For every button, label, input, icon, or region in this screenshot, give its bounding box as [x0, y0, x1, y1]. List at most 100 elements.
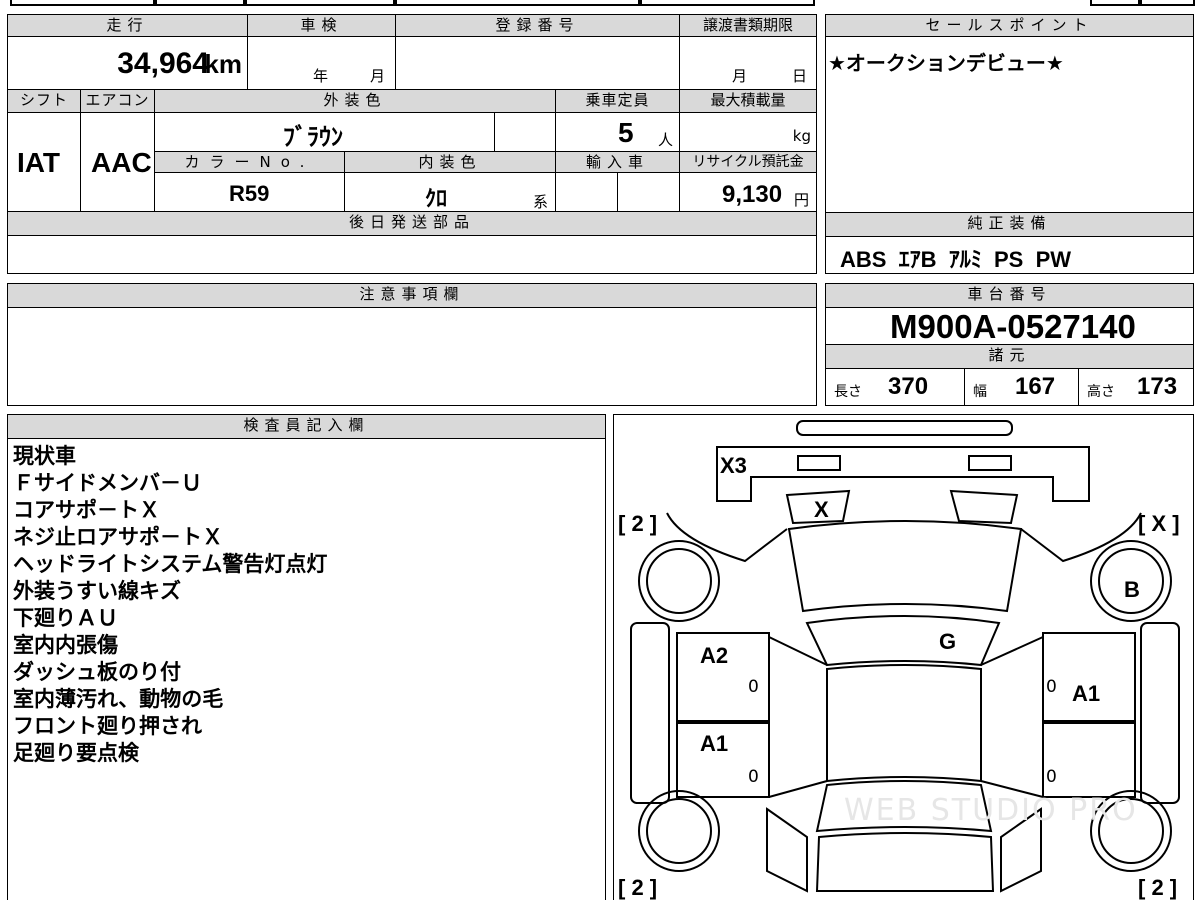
notes-cell — [7, 307, 817, 406]
capacity-cell: 5 人 — [555, 112, 680, 152]
recycle-deposit-cell: 9,130 円 — [679, 172, 817, 212]
mileage-cell: 34,964 km — [7, 36, 248, 90]
top-strip — [155, 0, 245, 6]
chassis-number-cell: M900A-0527140 — [825, 307, 1194, 345]
mileage-value: 34,964 — [117, 47, 209, 80]
mileage-label: 走行 — [7, 14, 248, 37]
watermark: WEB STUDIO PRO — [844, 793, 1138, 828]
capacity-unit: 人 — [658, 131, 674, 149]
exterior-color-label: 外装色 — [154, 89, 556, 113]
mileage-unit: km — [204, 49, 242, 79]
registration-cell — [395, 36, 680, 90]
inspector-note-line: Ｆサイドメンバ－Ｕ — [13, 471, 202, 495]
import-label: 輸入車 — [555, 151, 680, 173]
mark-rear-right: [ 2 ] — [1138, 875, 1178, 900]
genuine-equipment-value: ABS ｴｱB ｱﾙﾐ PS PW — [840, 247, 1072, 272]
transfer-day: 日 — [792, 67, 808, 85]
height-value: 173 — [1137, 373, 1178, 400]
import-cell-left — [555, 172, 618, 212]
import-cell-right — [617, 172, 680, 212]
inspector-label: 検査員記入欄 — [7, 414, 606, 439]
sales-point-label: セールスポイント — [825, 14, 1194, 37]
later-parts-label: 後日発送部品 — [7, 211, 817, 236]
max-load-unit: kg — [792, 127, 811, 145]
aircon-cell: AAC — [80, 112, 155, 212]
later-parts-cell — [7, 235, 817, 274]
inspector-note-line: 外装うすい線キズ — [13, 579, 181, 603]
recycle-deposit-label: リサイクル預託金 — [679, 151, 817, 173]
shift-cell: IAT — [7, 112, 81, 212]
mark-left-front-door: A2 — [700, 643, 729, 668]
exterior-color-extra-cell — [494, 112, 556, 152]
aircon-label: エアコン — [80, 89, 155, 113]
interior-color-cell: ｸﾛ 系 — [344, 172, 556, 212]
mark-right-front-door: A1 — [1072, 681, 1101, 706]
recycle-deposit-value: 9,130 — [722, 181, 783, 208]
height-label: 高さ — [1087, 384, 1115, 400]
inspector-note-line: 室内内張傷 — [13, 633, 118, 657]
top-strip — [1090, 0, 1140, 6]
mark-rear-left: [ 2 ] — [618, 875, 658, 900]
inspection-month: 月 — [370, 67, 386, 85]
capacity-value: 5 — [618, 117, 634, 148]
door-zero-4: 0 — [1046, 767, 1057, 787]
color-no-label: カラーNo. — [154, 151, 345, 173]
color-no-cell: R59 — [154, 172, 345, 212]
inspector-note-line: ダッシュ板のり付 — [13, 660, 181, 684]
interior-color-suffix: 系 — [533, 193, 549, 211]
height-cell: 高さ 173 — [1078, 368, 1194, 406]
top-strip — [10, 0, 155, 6]
mark-front-right-fender: [ X ] — [1138, 511, 1180, 536]
sales-point-cell: ★オークションデビュー★ — [825, 36, 1194, 213]
inspector-notes-cell: 現状車 Ｆサイドメンバ－Ｕ コアサポ－トＸ ネジ止ロアサポ－トＸ ヘッドライトシステム警… — [7, 438, 606, 900]
shift-label: シフト — [7, 89, 81, 113]
door-zero-3: 0 — [748, 767, 759, 787]
inspection-cell: 年 月 — [247, 36, 396, 90]
shift-value: IAT — [17, 147, 61, 178]
interior-color-value: ｸﾛ — [425, 186, 448, 211]
chassis-number-label: 車台番号 — [825, 283, 1194, 308]
exterior-color-cell: ﾌﾞﾗｳﾝ — [154, 112, 495, 152]
mark-left-rear-door: A1 — [700, 731, 729, 756]
width-label: 幅 — [973, 384, 987, 400]
inspection-year: 年 — [313, 67, 329, 85]
exterior-color-value: ﾌﾞﾗｳﾝ — [283, 124, 343, 151]
max-load-label: 最大積載量 — [679, 89, 817, 113]
mark-right-front-wheel: B — [1124, 577, 1140, 602]
max-load-cell: kg — [679, 112, 817, 152]
color-no-value: R59 — [229, 181, 270, 206]
damage-diagram: X3 X G [ 2 ] [ X ] B A2 A1 A1 0 0 0 0 [ … — [613, 414, 1194, 900]
transfer-month: 月 — [732, 67, 748, 85]
inspector-notes-list: 現状車 Ｆサイドメンバ－Ｕ コアサポ－トＸ ネジ止ロアサポ－トＸ ヘッドライトシステム警… — [13, 443, 327, 767]
recycle-deposit-unit: 円 — [794, 191, 810, 209]
transfer-deadline-label: 譲渡書類期限 — [679, 14, 817, 37]
top-strip — [245, 0, 395, 6]
inspector-note-line: 足廻り要点検 — [13, 741, 139, 765]
registration-label: 登録番号 — [395, 14, 680, 37]
mark-front-bumper: X3 — [720, 453, 747, 478]
top-strip — [395, 0, 640, 6]
length-value: 370 — [888, 373, 929, 400]
inspector-note-line: 室内薄汚れ、動物の毛 — [13, 687, 224, 711]
mark-windshield: G — [939, 629, 957, 654]
door-zero-2: 0 — [1046, 677, 1057, 697]
mark-front-left-fender: [ 2 ] — [618, 511, 658, 536]
inspector-note-line: 下廻りＡＵ — [13, 606, 118, 630]
width-value: 167 — [1015, 373, 1056, 400]
genuine-equipment-label: 純正装備 — [825, 212, 1194, 237]
width-cell: 幅 167 — [964, 368, 1079, 406]
top-strip — [640, 0, 815, 6]
aircon-value: AAC — [91, 147, 152, 178]
inspector-note-line: コアサポ－トＸ — [13, 498, 160, 522]
inspector-note-line: 現状車 — [13, 444, 76, 468]
specs-label: 諸元 — [825, 344, 1194, 369]
mark-grille: X — [814, 497, 829, 522]
capacity-label: 乗車定員 — [555, 89, 680, 113]
notes-label: 注意事項欄 — [7, 283, 817, 308]
top-strip — [1140, 0, 1195, 6]
interior-color-label: 内装色 — [344, 151, 556, 173]
inspector-note-line: フロント廻り押され — [13, 714, 202, 738]
inspector-note-line: ネジ止ロアサポ－トＸ — [13, 525, 223, 549]
inspection-label: 車検 — [247, 14, 396, 37]
door-zero-1: 0 — [748, 677, 759, 697]
